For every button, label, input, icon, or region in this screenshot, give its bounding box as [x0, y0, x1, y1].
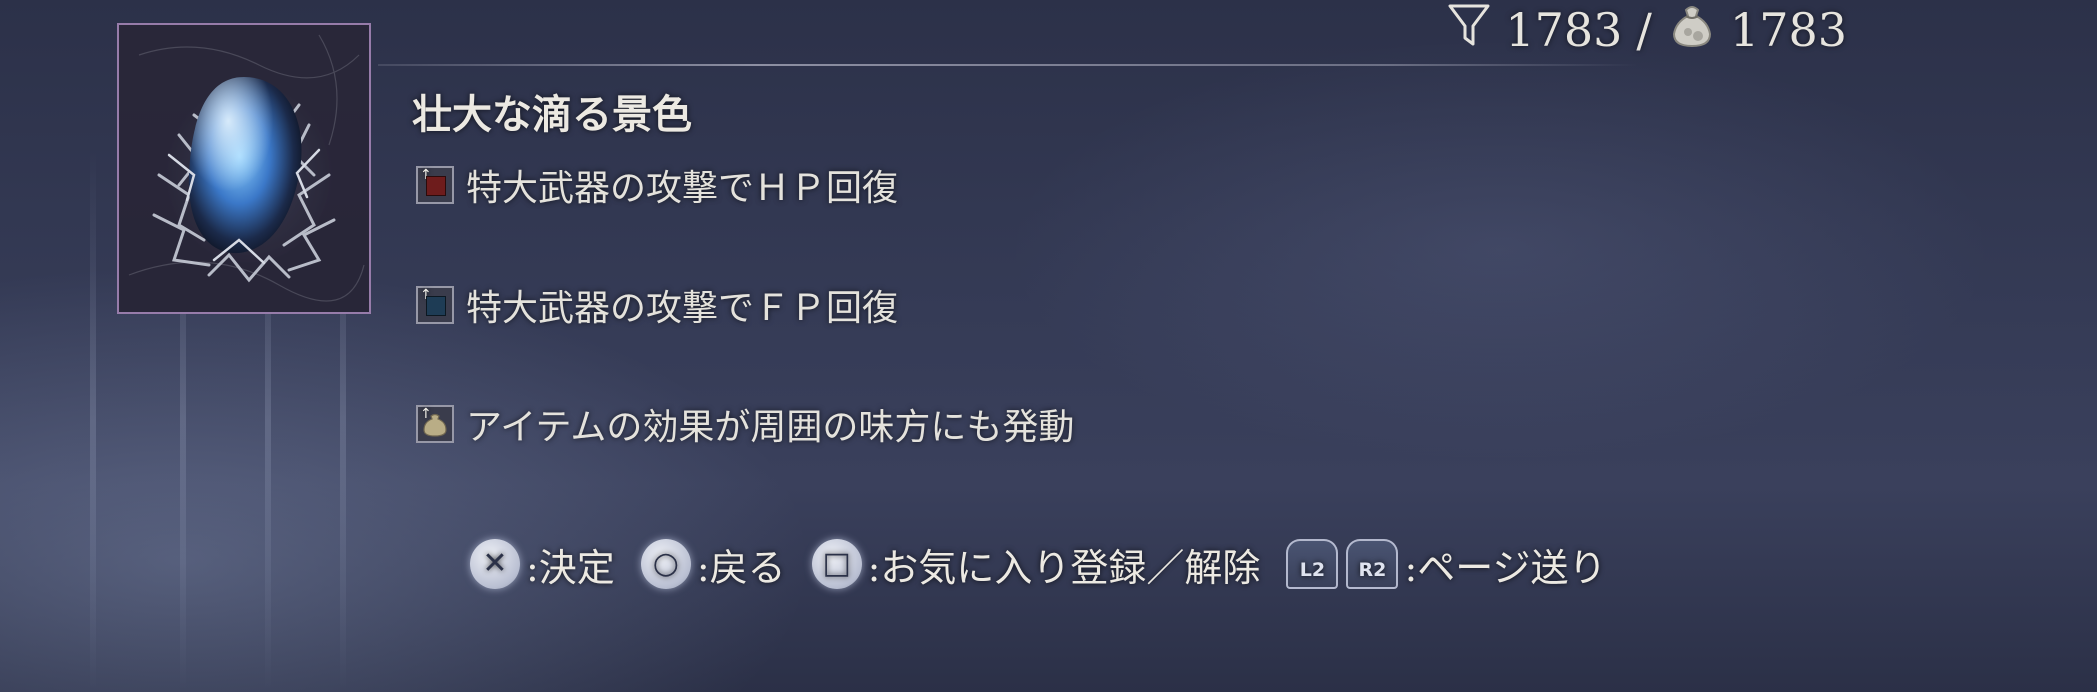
- blue-square-icon: ↑: [416, 286, 454, 324]
- effect-row: ↑ 特大武器の攻撃でＨＰ回復: [416, 162, 899, 209]
- confirm-label: :決定: [526, 545, 615, 590]
- square-button-icon[interactable]: □: [811, 539, 862, 589]
- pouch-icon: ↑: [416, 405, 454, 443]
- cross-button-icon[interactable]: ✕: [470, 539, 520, 589]
- effect-text: アイテムの効果が周囲の味方にも発動: [466, 407, 1075, 448]
- effect-text: 特大武器の攻撃でＨＰ回復: [466, 168, 899, 209]
- effect-text: 特大武器の攻撃でＦＰ回復: [466, 288, 899, 329]
- favorite-label: :お気に入り登録／解除: [867, 545, 1261, 590]
- circle-button-icon[interactable]: ○: [640, 539, 691, 589]
- fog-streak: [90, 150, 96, 692]
- effect-row: ↑ 特大武器の攻撃でＦＰ回復: [416, 282, 899, 329]
- total-count: 1783: [1729, 3, 1847, 57]
- item-image-frame[interactable]: [117, 23, 371, 314]
- filtered-count: 1783: [1505, 3, 1623, 57]
- item-bag-icon: [1668, 0, 1716, 61]
- r2-button-icon[interactable]: R2: [1346, 539, 1399, 589]
- l2-button-icon[interactable]: L2: [1286, 539, 1339, 589]
- red-square-icon: ↑: [416, 166, 454, 204]
- page-turn-label: :ページ送り: [1404, 545, 1607, 590]
- button-prompts: ✕ :決定 ○ :戻る □ :お気に入り登録／解除 L2 R2 :ページ送り: [470, 536, 1606, 592]
- back-label: :戻る: [696, 545, 786, 590]
- header-divider: [378, 64, 1638, 66]
- item-name: 壮大な滴る景色: [412, 91, 692, 138]
- funnel-icon: [1447, 2, 1491, 59]
- item-count-display: 1783 / 1783: [1447, 2, 1847, 58]
- effect-row: ↑ アイテムの効果が周囲の味方にも発動: [416, 401, 1075, 448]
- count-separator: /: [1636, 3, 1652, 57]
- crystal-tear-icon: [128, 34, 365, 302]
